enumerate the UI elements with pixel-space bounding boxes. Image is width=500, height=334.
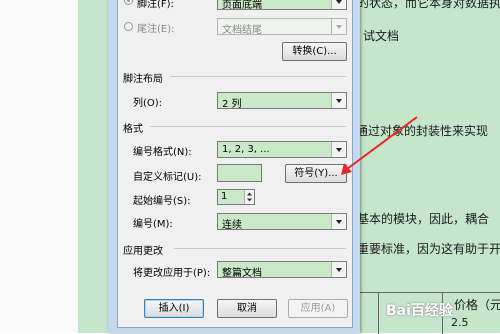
- watermark-logo: Bai百经验: [386, 303, 453, 319]
- arrow-line: [342, 116, 418, 173]
- annotation-arrow: [341, 116, 418, 175]
- arrow-head: [341, 163, 352, 175]
